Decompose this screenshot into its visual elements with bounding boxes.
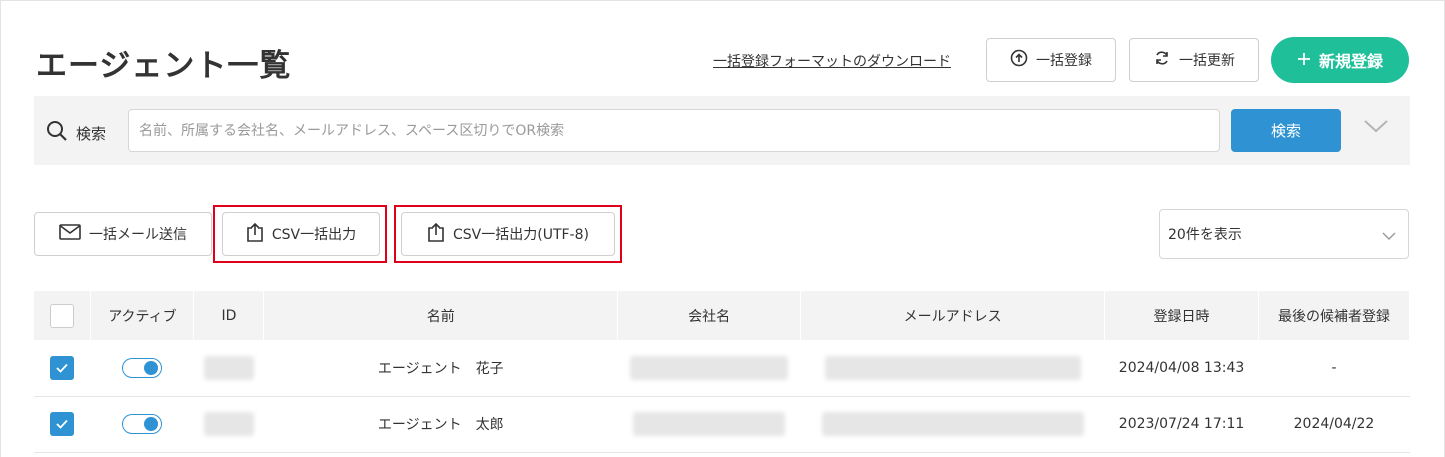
select-all-cell: [34, 291, 92, 340]
column-header: アクティブ: [90, 291, 195, 340]
chevron-down-icon[interactable]: [1363, 118, 1389, 138]
column-header: メールアドレス: [800, 291, 1106, 340]
new-register-button[interactable]: 新規登録: [1271, 37, 1409, 83]
agent-name: エージェント 太郎: [377, 417, 504, 433]
check-icon: [56, 363, 69, 373]
column-header: ID: [193, 291, 265, 340]
column-header: 登録日時: [1104, 291, 1259, 340]
bulk-update-button[interactable]: 一括更新: [1129, 38, 1259, 82]
active-toggle[interactable]: [122, 414, 163, 434]
search-button[interactable]: 検索: [1231, 109, 1341, 152]
search-input[interactable]: [128, 109, 1220, 152]
csv-export-label: CSV一括出力: [271, 227, 357, 243]
bulk-mail-button[interactable]: 一括メール送信: [34, 212, 212, 256]
chevron-down-icon: [1382, 229, 1396, 245]
export-icon: [427, 222, 445, 246]
registered-at: 2023/07/24 17:11: [1118, 416, 1245, 432]
active-toggle[interactable]: [122, 357, 163, 378]
company-redacted: [630, 355, 789, 380]
new-register-label: 新規登録: [1318, 52, 1383, 71]
column-header: 名前: [263, 291, 619, 340]
search-label: 検索: [76, 124, 107, 143]
column-header: 最後の候補者登録: [1258, 291, 1410, 340]
csv-export-button[interactable]: CSV一括出力: [222, 212, 380, 256]
agent-name: エージェント 花子: [377, 360, 504, 377]
bulk-register-label: 一括登録: [1036, 53, 1092, 69]
row-checkbox[interactable]: [50, 355, 75, 380]
csv-export-utf8-label: CSV一括出力(UTF-8): [453, 227, 589, 243]
plus-icon: [1297, 51, 1311, 70]
table-header-row: アクティブ ID 名前 会社名 メールアドレス 登録日時 最後の候補者登録: [34, 291, 1410, 340]
format-download-link[interactable]: 一括登録フォーマットのダウンロード: [713, 51, 951, 71]
row-checkbox[interactable]: [50, 412, 75, 436]
email-redacted: [821, 412, 1084, 436]
search-bar: 検索 検索: [34, 96, 1410, 165]
mail-icon: [59, 224, 81, 244]
id-redacted: [203, 412, 254, 436]
export-icon: [246, 222, 264, 246]
last-candidate: 2024/04/22: [1293, 416, 1375, 432]
email-redacted: [824, 355, 1081, 380]
per-page-select[interactable]: 20件を表示: [1159, 209, 1409, 259]
select-all-checkbox[interactable]: [50, 303, 75, 328]
upload-circle-icon: [1010, 49, 1028, 71]
table-row: エージェント 花子 2024/04/08 13:43 -: [34, 340, 1410, 396]
csv-export-utf8-button[interactable]: CSV一括出力(UTF-8): [401, 212, 615, 256]
search-icon: [46, 120, 68, 146]
search-label-group: 検索: [46, 120, 106, 146]
registered-at: 2024/04/08 13:43: [1118, 359, 1245, 376]
refresh-icon: [1153, 49, 1171, 71]
id-redacted: [203, 355, 254, 380]
page-title: エージェント一覧: [36, 48, 292, 84]
bulk-register-button[interactable]: 一括登録: [986, 38, 1116, 82]
bulk-update-label: 一括更新: [1179, 53, 1235, 69]
agent-table: アクティブ ID 名前 会社名 メールアドレス 登録日時 最後の候補者登録 エー…: [34, 291, 1410, 453]
bulk-mail-label: 一括メール送信: [89, 227, 187, 243]
column-header: 会社名: [617, 291, 802, 340]
last-candidate: -: [1331, 359, 1337, 376]
per-page-value: 20件を表示: [1168, 227, 1242, 243]
table-row: エージェント 太郎 2023/07/24 17:11 2024/04/22: [34, 396, 1410, 452]
company-redacted: [633, 412, 786, 436]
check-icon: [56, 419, 69, 429]
